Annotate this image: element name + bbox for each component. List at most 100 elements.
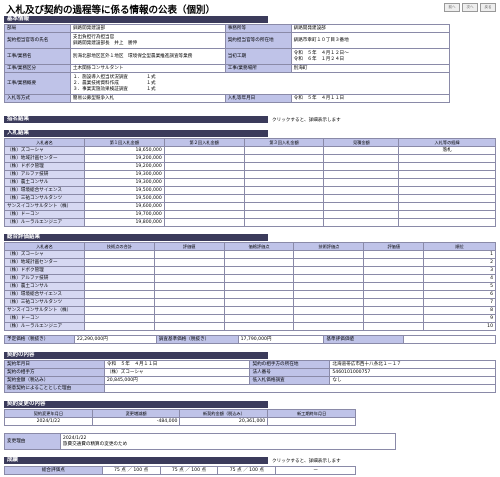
low-bid-label: 低入札価格調査 xyxy=(249,376,331,385)
eval-tech-score xyxy=(293,282,365,291)
bid-round-2 xyxy=(163,154,245,163)
table-row: （株）三祐コンサルタンツ 19,500,000 xyxy=(4,194,496,203)
period-value: 令和 ５年 ４月１２日～ 令和 ６年 １月２４日 xyxy=(290,48,451,65)
table-row: サンスイコンサルタント（株） 19,600,000 xyxy=(4,202,496,211)
eval-price-score xyxy=(223,306,295,315)
summary-line-3: ３．事業実施効果検証調査 １式 xyxy=(72,86,156,92)
bidder-name: （株）ドーコン xyxy=(4,210,85,219)
eval-rank: 7 xyxy=(423,298,496,307)
dept-label: 部局 xyxy=(4,24,71,33)
section-basic-header: 基本情報 xyxy=(4,16,268,23)
bid-round-2 xyxy=(163,202,245,211)
eval-value-2 xyxy=(363,306,425,315)
bid-estimate xyxy=(323,218,400,227)
officer-label: 契約担当官等の氏名 xyxy=(4,32,71,49)
eval-value-2 xyxy=(363,298,425,307)
bid-estimate xyxy=(323,186,400,195)
change-reason-text: 旅費交通費の精算の変更のため xyxy=(62,441,128,447)
section-score-header[interactable]: 成績 xyxy=(4,457,268,464)
bidder-name: （株）農土コンサル xyxy=(4,178,85,187)
method-label: 入札等方式 xyxy=(4,94,71,103)
eval-tech-score xyxy=(293,250,365,259)
office-value: 釧路開発建設部 xyxy=(290,24,451,33)
evaluation-table: 入札者名 技術点の合計 評価値 価格評価点 技術評価点 評価値 順位 （株）ズコ… xyxy=(4,242,496,331)
eval-tech-total xyxy=(83,298,155,307)
score-value-2: 75 点 ／ 100 点 xyxy=(159,466,219,475)
nomination-hint: クリックすると、詳細表示します xyxy=(272,118,341,123)
eval-tech-score xyxy=(293,266,365,275)
bid-round-2 xyxy=(163,170,245,179)
bidder-name: サンスイコンサルタント（株） xyxy=(4,202,85,211)
bid-round-2 xyxy=(163,210,245,219)
contract-date-value: 令和 ５年 ４月１１日 xyxy=(103,360,251,369)
eval-rank: 2 xyxy=(423,258,496,267)
eval-tech-total xyxy=(83,306,155,315)
eval-tech-total xyxy=(83,266,155,275)
officer-value: 支出負担行為担当官 釧路開発建設部長 井上 勝伸 xyxy=(69,32,226,49)
bid-estimate xyxy=(323,170,400,179)
dept-value: 釧路開発建設部 xyxy=(69,24,226,33)
next-button[interactable]: 次へ xyxy=(462,3,478,12)
contract-date-label: 契約年月日 xyxy=(4,360,105,369)
corp-number-label: 法人番号 xyxy=(249,368,331,377)
change-table: 契約変更年月日 変更増減額 新契約金額（税込み） 新工期終年月日 2024/1/… xyxy=(4,409,356,426)
free-contract-reason-value xyxy=(103,384,497,393)
eval-value-2 xyxy=(363,274,425,283)
eval-name: （株）ドボク管理 xyxy=(4,266,85,275)
score-value-4: ー xyxy=(275,466,356,475)
eval-tech-score xyxy=(293,290,365,299)
eval-rank: 1 xyxy=(423,250,496,259)
eval-value-2 xyxy=(363,290,425,299)
eval-price-score xyxy=(223,250,295,259)
eval-price-score xyxy=(223,266,295,275)
eval-rank: 6 xyxy=(423,290,496,299)
back-button[interactable]: 戻る xyxy=(480,3,496,12)
bid-round-3 xyxy=(243,202,325,211)
change-date-value: 2024/1/22 xyxy=(4,417,93,426)
score-table: 総合評価点 75 点 ／ 100 点 75 点 ／ 100 点 75 点 ／ 1… xyxy=(4,466,356,475)
table-row: （株）ドボク管理 3 xyxy=(4,266,496,275)
eval-tech-score xyxy=(293,322,365,331)
eval-value-1 xyxy=(153,282,225,291)
bid-note xyxy=(398,162,496,171)
prev-button[interactable]: 前へ xyxy=(444,3,460,12)
bids-col-name: 入札者名 xyxy=(4,138,85,147)
eval-name: サンスイコンサルタント（株） xyxy=(4,306,85,315)
bid-round-2 xyxy=(163,194,245,203)
bidder-name: （株）ズコーシャ xyxy=(4,146,85,155)
summary-value: １．施設導入担当状況調査 １式 ２．農業技術資料作成 １式 ３．事業実施効果検証… xyxy=(69,72,451,95)
eval-price-score xyxy=(223,322,295,331)
survey-price-label: 調査基準価格（税抜き） xyxy=(155,335,239,344)
section-nomination-header[interactable]: 指名結果 xyxy=(4,116,268,123)
bid-round-3 xyxy=(243,170,325,179)
bids-col-r3: 第３回入札金額 xyxy=(243,138,325,147)
work-name-label: 工事/業務名 xyxy=(4,48,71,65)
bid-note xyxy=(398,186,496,195)
change-reason-table: 変更理由 2024/1/22 旅費交通費の精算の変更のため xyxy=(4,433,397,450)
eval-col-value-2: 評価値 xyxy=(363,242,425,251)
eval-name: （株）地域計画センター xyxy=(4,258,85,267)
eval-tech-total xyxy=(83,250,155,259)
eval-price-score xyxy=(223,290,295,299)
eval-rank: 4 xyxy=(423,274,496,283)
change-col-diff: 変更増減額 xyxy=(91,409,181,418)
bidder-name: （株）アルファ技研 xyxy=(4,170,85,179)
evaluation-body: （株）ズコーシャ 1 （株）地域計画センター 2 （株）ドボク管理 3 （株）アルファ技研 4… xyxy=(4,250,496,331)
bid-round-2 xyxy=(163,186,245,195)
eval-value-2 xyxy=(363,282,425,291)
table-row: （株）アルファ技研 19,300,000 xyxy=(4,170,496,179)
eval-rank: 3 xyxy=(423,266,496,275)
change-reason-value: 2024/1/22 旅費交通費の精算の変更のため xyxy=(59,433,397,450)
eval-value-1 xyxy=(153,298,225,307)
bidder-name: （株）ドボク管理 xyxy=(4,162,85,171)
bid-round-2 xyxy=(163,178,245,187)
bid-round-1: 19,500,000 xyxy=(83,186,165,195)
table-row: （株）三祐コンサルタンツ 7 xyxy=(4,298,496,307)
address-label: 契約担当官等の所在地 xyxy=(224,32,292,49)
eval-value-2 xyxy=(363,322,425,331)
table-row: （株）アルファ技研 4 xyxy=(4,274,496,283)
eval-col-tech-total: 技術点の合計 xyxy=(83,242,155,251)
bid-estimate xyxy=(323,154,400,163)
survey-price-value: 17,790,000円 xyxy=(237,335,325,344)
bid-round-1: 19,300,000 xyxy=(83,178,165,187)
